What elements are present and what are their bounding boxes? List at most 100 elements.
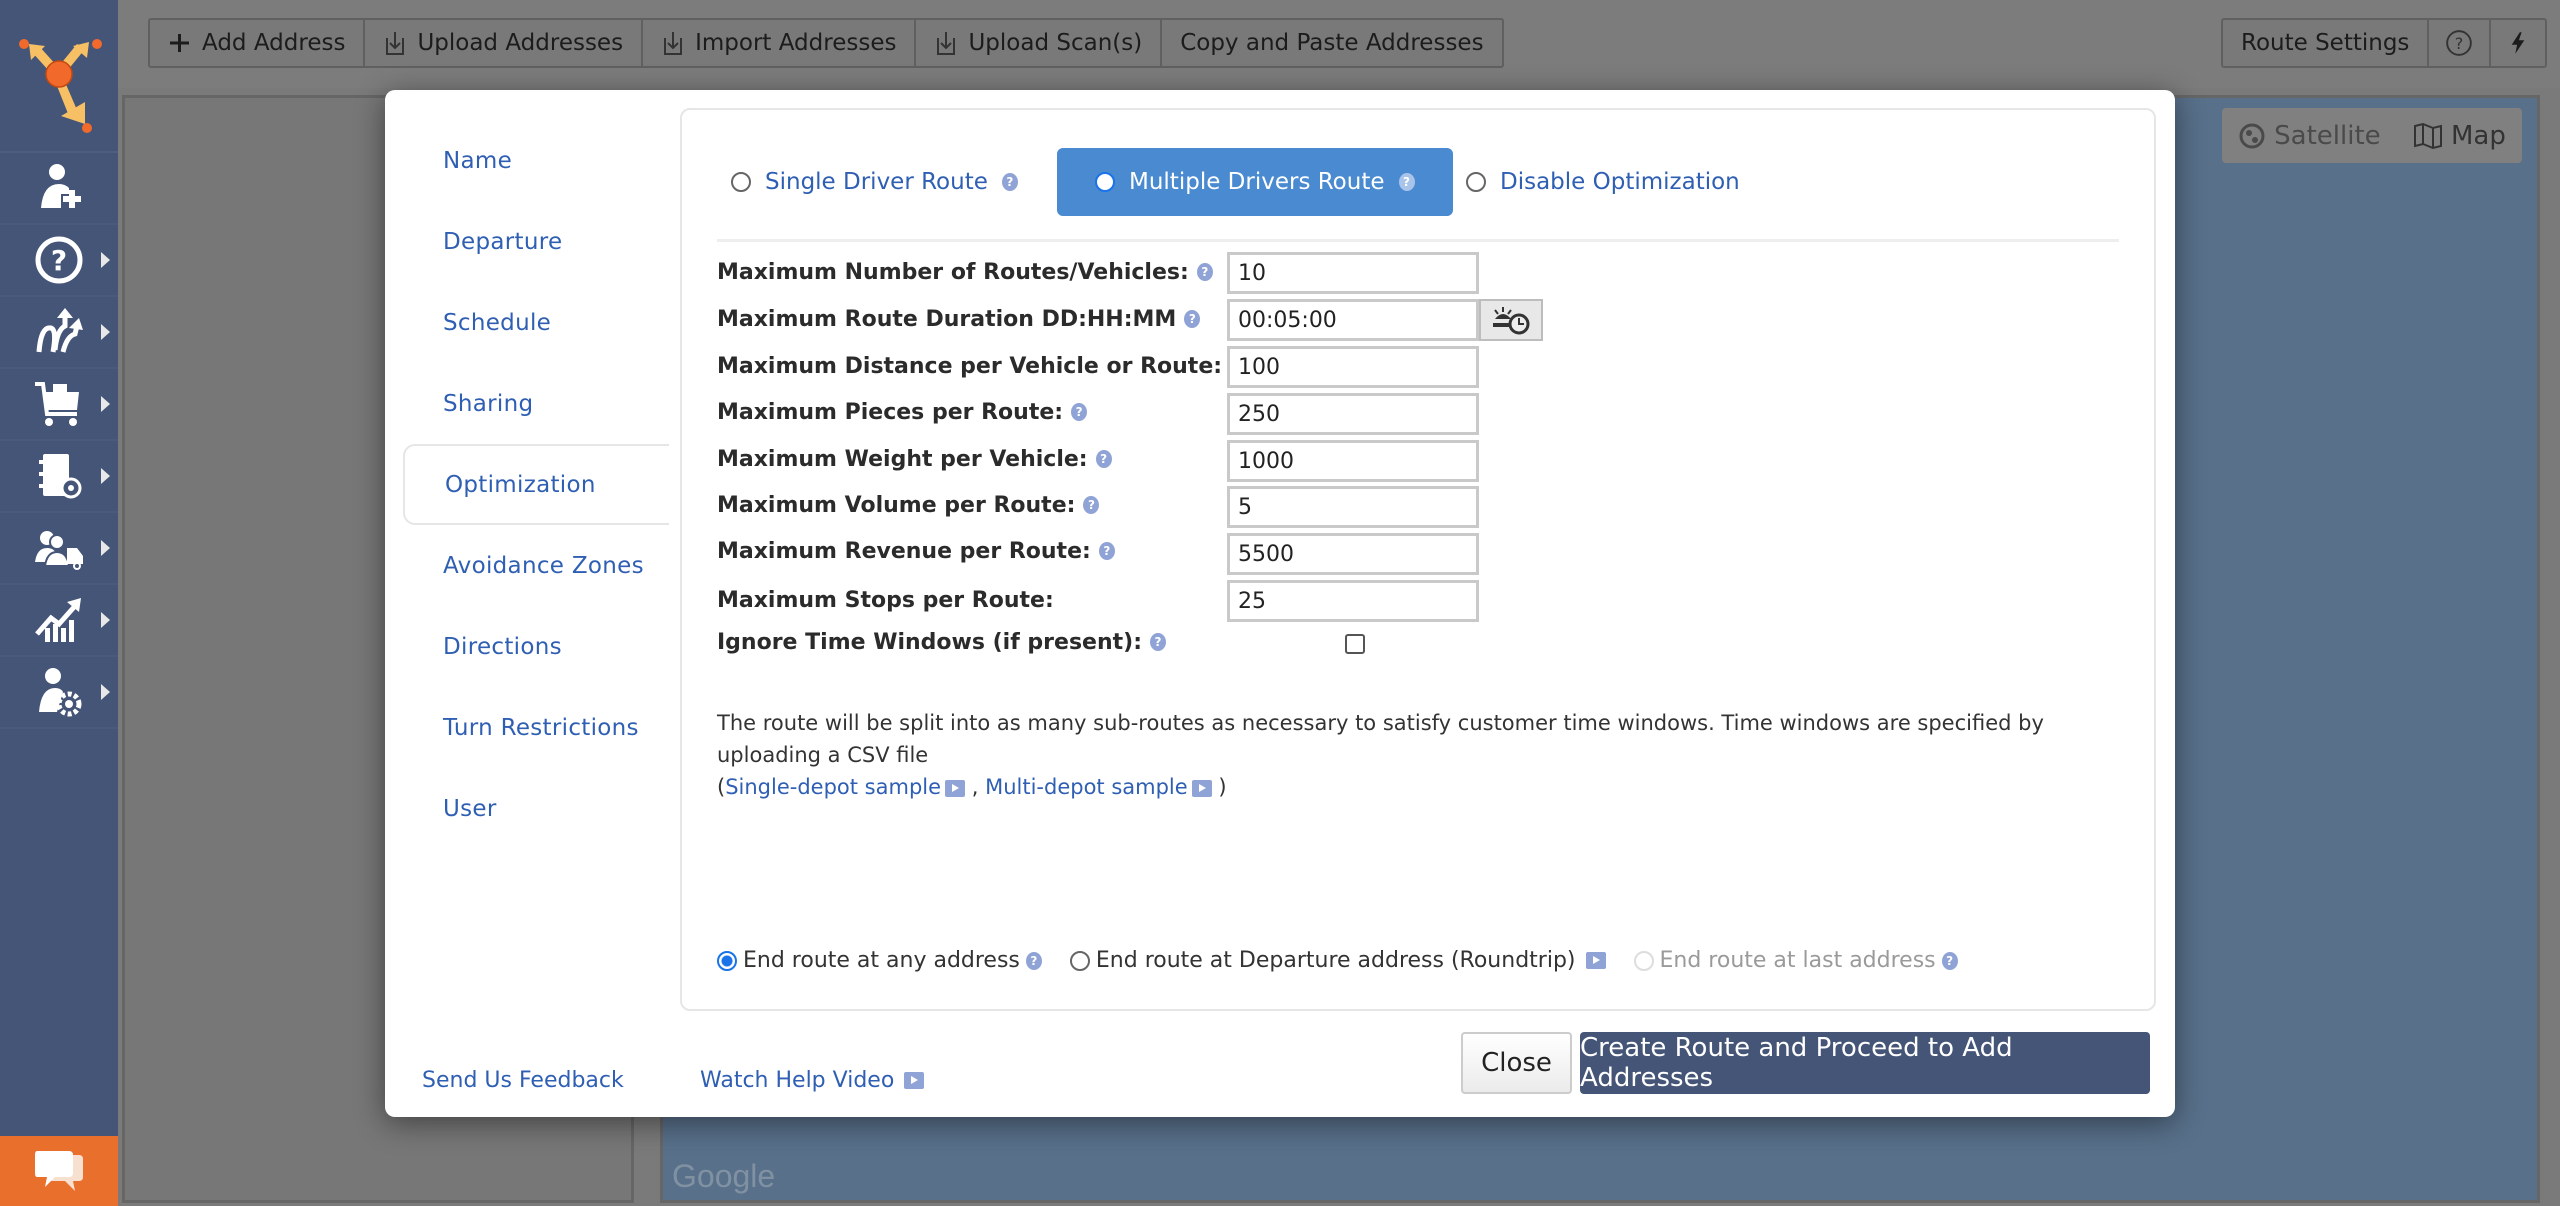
tab-sharing[interactable]: Sharing <box>403 363 665 444</box>
single-driver-route-option[interactable]: Single Driver Route ? <box>717 148 1032 216</box>
quick-actions-button[interactable] <box>2491 20 2545 66</box>
paren: ) <box>1218 775 1227 799</box>
sunset-clock-icon <box>1493 307 1530 335</box>
label-text: Maximum Volume per Route: <box>717 492 1076 518</box>
help-button[interactable]: ? <box>2429 20 2492 66</box>
radio-button[interactable] <box>717 950 737 971</box>
help-icon[interactable]: ? <box>1150 633 1166 651</box>
help-icon[interactable]: ? <box>1398 173 1415 191</box>
tab-schedule[interactable]: Schedule <box>403 282 665 363</box>
nav-orders[interactable] <box>0 369 118 441</box>
submenu-caret-icon <box>101 324 110 340</box>
submenu-caret-icon <box>101 684 110 700</box>
ignore-time-windows-checkbox[interactable] <box>1345 634 1365 654</box>
import-icon <box>664 32 683 55</box>
radio-button[interactable] <box>1069 950 1090 971</box>
nav-team-vehicles[interactable] <box>0 513 118 585</box>
send-feedback-link[interactable]: Send Us Feedback <box>422 1068 624 1093</box>
field-label-max-distance: Maximum Distance per Vehicle or Route:? <box>717 344 1247 388</box>
nav-routes[interactable] <box>0 297 118 369</box>
nav-settings[interactable] <box>0 657 118 729</box>
label-text: Maximum Pieces per Route: <box>717 399 1064 425</box>
multi-depot-sample-link[interactable]: Multi-depot sample <box>985 775 1188 799</box>
end-any-address-option[interactable]: End route at any address ? <box>717 948 1042 973</box>
help-icon[interactable]: ? <box>1196 263 1213 281</box>
tab-label: Name <box>443 147 513 174</box>
radio-button[interactable] <box>1095 172 1115 192</box>
map-type-toggle: Satellite Map <box>2222 108 2522 163</box>
tab-user[interactable]: User <box>403 768 665 849</box>
max-volume-input[interactable]: 5 <box>1227 486 1479 528</box>
add-address-button[interactable]: Add Address <box>150 20 366 66</box>
nav-analytics[interactable] <box>0 585 118 657</box>
help-icon[interactable]: ? <box>1083 496 1100 514</box>
help-icon[interactable]: ? <box>1184 310 1201 328</box>
submenu-caret-icon <box>101 468 110 484</box>
tab-name[interactable]: Name <box>403 120 665 201</box>
max-routes-input[interactable]: 10 <box>1227 252 1479 294</box>
end-departure-roundtrip-option[interactable]: End route at Departure address (Roundtri… <box>1069 948 1606 973</box>
copy-paste-addresses-label: Copy and Paste Addresses <box>1180 30 1484 56</box>
help-icon[interactable]: ? <box>1095 450 1112 468</box>
import-addresses-button[interactable]: Import Addresses <box>643 20 917 66</box>
help-icon[interactable]: ? <box>1941 951 1958 970</box>
tab-label: Directions <box>443 633 562 660</box>
tab-turn-restrictions[interactable]: Turn Restrictions <box>403 687 665 768</box>
user-plus-icon <box>41 164 81 208</box>
paren: ( <box>717 775 726 799</box>
radio-button[interactable] <box>731 172 751 192</box>
max-stops-input[interactable]: 25 <box>1227 580 1479 622</box>
help-icon[interactable]: ? <box>1025 951 1042 970</box>
end-route-options: End route at any address ? End route at … <box>717 948 1958 973</box>
upload-addresses-button[interactable]: Upload Addresses <box>365 20 644 66</box>
upload-scans-button[interactable]: Upload Scan(s) <box>916 20 1163 66</box>
routes-icon <box>36 308 83 353</box>
nav-help[interactable]: ? <box>0 225 118 297</box>
radio-button[interactable] <box>1466 172 1486 192</box>
tab-avoidance-zones[interactable]: Avoidance Zones <box>403 525 665 606</box>
max-duration-input[interactable]: 00:05:00 <box>1227 299 1479 341</box>
nav-address-book[interactable] <box>0 441 118 513</box>
info-text: The route will be split into as many sub… <box>717 711 2044 767</box>
close-button[interactable]: Close <box>1461 1032 1572 1094</box>
route-settings-dialog: Name Departure Schedule Sharing Optimiza… <box>385 90 2175 1117</box>
max-distance-input[interactable]: 100 <box>1227 346 1479 388</box>
video-icon[interactable] <box>1585 952 1606 969</box>
time-windows-info: The route will be split into as many sub… <box>717 707 2137 803</box>
option-label: End route at last address <box>1659 948 1936 973</box>
help-icon[interactable]: ? <box>1001 173 1018 191</box>
tab-optimization[interactable]: Optimization <box>403 444 669 525</box>
question-circle-icon: ? <box>2446 30 2473 56</box>
chat-button[interactable] <box>0 1136 118 1206</box>
tab-directions[interactable]: Directions <box>403 606 665 687</box>
app-logo[interactable] <box>0 0 118 153</box>
radio-button <box>1633 950 1654 971</box>
top-toolbar: Add Address Upload Addresses Import Addr… <box>118 0 2560 88</box>
video-icon[interactable] <box>1191 779 1212 797</box>
create-route-button[interactable]: Create Route and Proceed to Add Addresse… <box>1580 1032 2150 1094</box>
route-settings-button[interactable]: Route Settings <box>2223 20 2430 66</box>
watch-help-video-link[interactable]: Watch Help Video <box>700 1068 925 1093</box>
map-label: Map <box>2450 120 2506 151</box>
single-depot-sample-link[interactable]: Single-depot sample <box>725 775 941 799</box>
tab-departure[interactable]: Departure <box>403 201 665 282</box>
max-revenue-input[interactable]: 5500 <box>1227 533 1479 575</box>
satellite-option[interactable]: Satellite <box>2238 121 2381 151</box>
nav-add-user[interactable] <box>0 153 118 225</box>
label-text: Maximum Revenue per Route: <box>717 538 1091 564</box>
route-actions-group: Route Settings ? <box>2221 18 2548 68</box>
import-addresses-label: Import Addresses <box>695 30 897 56</box>
help-icon[interactable]: ? <box>1071 403 1088 421</box>
lightning-icon <box>2512 32 2525 54</box>
max-weight-input[interactable]: 1000 <box>1227 440 1479 482</box>
help-icon[interactable]: ? <box>1098 542 1115 560</box>
map-option[interactable]: Map <box>2413 121 2506 151</box>
tab-label: Optimization <box>445 471 596 498</box>
time-picker-button[interactable] <box>1479 299 1543 341</box>
label-text: Ignore Time Windows (if present): <box>717 629 1142 655</box>
max-pieces-input[interactable]: 250 <box>1227 393 1479 435</box>
disable-optimization-option[interactable]: Disable Optimization <box>1452 148 1754 216</box>
video-icon[interactable] <box>945 779 966 797</box>
copy-paste-addresses-button[interactable]: Copy and Paste Addresses <box>1162 20 1501 66</box>
multiple-drivers-route-option[interactable]: Multiple Drivers Route ? <box>1057 148 1453 216</box>
